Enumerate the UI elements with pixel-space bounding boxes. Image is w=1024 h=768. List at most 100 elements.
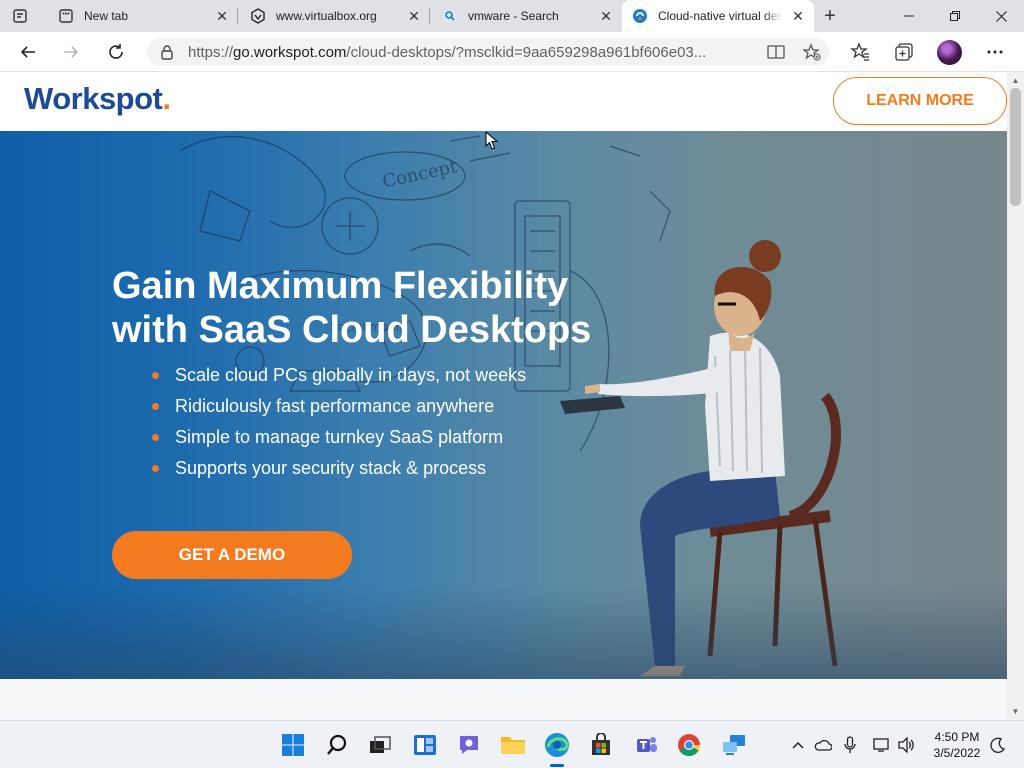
chat-icon bbox=[460, 736, 478, 754]
favorites-icon bbox=[850, 42, 869, 61]
close-tab-icon[interactable]: ✕ bbox=[790, 8, 806, 24]
collections-icon bbox=[895, 43, 913, 61]
collections-button[interactable] bbox=[890, 38, 918, 66]
workspot-favicon bbox=[632, 8, 648, 24]
taskbar-clock[interactable]: 4:50 PM 3/5/2022 bbox=[924, 729, 990, 761]
moon-icon bbox=[990, 737, 1006, 753]
reading-view-icon[interactable] bbox=[766, 42, 786, 62]
refresh-button[interactable] bbox=[102, 38, 130, 66]
page-scrollbar[interactable]: ▲ ▼ bbox=[1007, 72, 1024, 720]
tab-title: vmware - Search bbox=[468, 9, 559, 23]
hero-bullet-list: Scale cloud PCs globally in days, not we… bbox=[150, 364, 526, 488]
mouse-cursor-icon bbox=[485, 131, 499, 150]
show-hidden-icons-button[interactable] bbox=[788, 735, 808, 755]
address-bar[interactable]: https://go.workspot.com/cloud-desktops/?… bbox=[147, 38, 829, 66]
volume-tray-icon[interactable] bbox=[897, 735, 917, 755]
sketch-word-concept: Concept bbox=[381, 156, 460, 192]
bullet-item: Ridiculously fast performance anywhere bbox=[150, 395, 526, 426]
teams-button[interactable] bbox=[633, 731, 661, 759]
network-icon bbox=[873, 738, 889, 752]
restore-button[interactable] bbox=[932, 0, 978, 32]
close-icon bbox=[995, 10, 1007, 22]
site-header: Workspot. LEARN MORE bbox=[0, 72, 1007, 131]
widgets-button[interactable] bbox=[411, 731, 439, 759]
hero-title: Gain Maximum Flexibility with SaaS Cloud… bbox=[112, 264, 672, 352]
task-view-icon bbox=[370, 736, 391, 753]
new-tab-button[interactable]: + bbox=[818, 5, 842, 27]
scroll-down-arrow-icon[interactable]: ▼ bbox=[1011, 707, 1020, 716]
workspot-logo[interactable]: Workspot. bbox=[24, 81, 171, 117]
add-favorite-icon[interactable] bbox=[802, 42, 822, 62]
task-view-button[interactable] bbox=[366, 731, 394, 759]
microsoft-store-button[interactable] bbox=[587, 731, 615, 759]
url-host: go.workspot.com bbox=[233, 44, 347, 61]
new-tab-icon bbox=[58, 8, 74, 24]
url-prefix: https:// bbox=[188, 44, 234, 61]
remote-desktop-button[interactable] bbox=[720, 731, 748, 759]
url-text: https://go.workspot.com/cloud-desktops/?… bbox=[188, 44, 706, 61]
logo-dot: . bbox=[162, 81, 171, 116]
hero-title-line1: Gain Maximum Flexibility bbox=[112, 265, 569, 307]
url-path: /cloud-desktops/?msclkid=9aa659298a961bf… bbox=[346, 44, 707, 61]
onedrive-tray-icon[interactable] bbox=[813, 735, 833, 755]
edge-browser-button[interactable] bbox=[543, 731, 571, 759]
bullet-item: Supports your security stack & process bbox=[150, 457, 526, 488]
minimize-button[interactable] bbox=[886, 0, 932, 32]
windows-logo-icon bbox=[282, 734, 304, 756]
lock-icon[interactable] bbox=[159, 44, 175, 60]
microphone-icon bbox=[844, 736, 856, 753]
minimize-icon bbox=[904, 15, 914, 17]
close-window-button[interactable] bbox=[978, 0, 1024, 32]
taskbar-search-button[interactable] bbox=[323, 731, 351, 759]
speaker-icon bbox=[898, 737, 914, 753]
settings-more-button[interactable] bbox=[981, 38, 1009, 66]
hero-title-line2: with SaaS Cloud Desktops bbox=[112, 309, 592, 351]
tab-separator bbox=[237, 8, 238, 24]
scroll-thumb[interactable] bbox=[1010, 88, 1021, 206]
remote-desktop-icon bbox=[723, 735, 745, 755]
virtualbox-icon bbox=[250, 8, 266, 24]
chevron-up-icon bbox=[792, 741, 804, 749]
edge-icon bbox=[545, 733, 569, 757]
windows-taskbar: 4:50 PM 3/5/2022 bbox=[0, 720, 1024, 768]
search-icon bbox=[327, 734, 347, 755]
profile-avatar[interactable] bbox=[937, 40, 962, 65]
start-button[interactable] bbox=[279, 731, 307, 759]
back-arrow-icon bbox=[20, 46, 35, 58]
tab-separator bbox=[429, 8, 430, 24]
tab-title: New tab bbox=[84, 9, 129, 23]
folder-icon bbox=[501, 737, 525, 754]
tab-new-tab[interactable]: New tab ✕ bbox=[48, 0, 238, 32]
cloud-icon bbox=[814, 739, 832, 751]
close-tab-icon[interactable]: ✕ bbox=[598, 8, 614, 24]
network-tray-icon[interactable] bbox=[872, 735, 892, 755]
floor-shadow bbox=[0, 584, 1007, 679]
get-a-demo-button[interactable]: GET A DEMO bbox=[112, 531, 352, 579]
file-explorer-button[interactable] bbox=[499, 731, 527, 759]
tab-vmware-search[interactable]: vmware - Search ✕ bbox=[432, 0, 622, 32]
search-icon bbox=[442, 8, 458, 24]
browser-toolbar: https://go.workspot.com/cloud-desktops/?… bbox=[0, 32, 1024, 72]
logo-text: Workspot bbox=[24, 81, 163, 116]
microphone-tray-icon[interactable] bbox=[840, 735, 860, 755]
chrome-button[interactable] bbox=[675, 731, 703, 759]
tab-strip: New tab ✕ www.virtualbox.org ✕ vmware - … bbox=[0, 0, 1024, 32]
next-section bbox=[0, 679, 1007, 720]
close-tab-icon[interactable]: ✕ bbox=[406, 8, 422, 24]
web-page: Workspot. LEARN MORE Concept Social medi… bbox=[0, 72, 1007, 720]
teams-chat-button[interactable] bbox=[455, 731, 483, 759]
clock-date: 3/5/2022 bbox=[933, 746, 981, 760]
tab-cloud-native-desktops[interactable]: Cloud-native virtual desktops ✕ bbox=[622, 0, 814, 32]
bullet-item: Simple to manage turnkey SaaS platform bbox=[150, 426, 526, 457]
scroll-up-arrow-icon[interactable]: ▲ bbox=[1011, 76, 1020, 85]
close-tab-icon[interactable]: ✕ bbox=[214, 8, 230, 24]
learn-more-button[interactable]: LEARN MORE bbox=[833, 77, 1007, 125]
tab-actions-button[interactable] bbox=[10, 7, 30, 25]
focus-assist-button[interactable] bbox=[988, 735, 1008, 755]
tab-virtualbox[interactable]: www.virtualbox.org ✕ bbox=[240, 0, 430, 32]
tab-title: www.virtualbox.org bbox=[276, 9, 377, 23]
back-button[interactable] bbox=[14, 38, 42, 66]
chrome-icon bbox=[678, 734, 700, 756]
favorites-button[interactable] bbox=[846, 38, 874, 66]
forward-button[interactable] bbox=[57, 38, 85, 66]
